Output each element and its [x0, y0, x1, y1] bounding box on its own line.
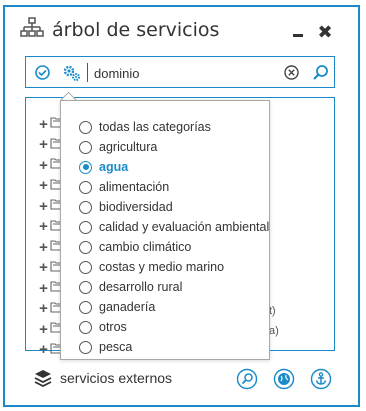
radio-icon[interactable]	[79, 300, 92, 314]
category-option-label: otros	[99, 320, 127, 334]
category-dropdown: todas las categorías agricultura agua alime…	[60, 100, 270, 360]
expand-icon[interactable]: +	[38, 158, 49, 173]
expand-icon[interactable]: +	[38, 260, 49, 275]
radio-icon[interactable]	[79, 140, 92, 154]
category-option[interactable]: agua	[79, 157, 128, 177]
close-icon: ✖	[317, 21, 333, 42]
category-option[interactable]: calidad y evaluación ambiental	[79, 217, 269, 237]
expand-icon[interactable]: +	[38, 281, 49, 296]
category-option[interactable]: otros	[79, 317, 127, 337]
panel-footer: servicios externos	[33, 368, 343, 390]
search-icon[interactable]	[312, 64, 329, 86]
category-option-label: agricultura	[99, 140, 158, 154]
category-option-label: todas las categorías	[99, 120, 211, 134]
radio-icon[interactable]	[79, 260, 92, 274]
category-option-label: cambio climático	[99, 240, 192, 254]
expand-icon[interactable]: +	[38, 240, 49, 255]
close-button[interactable]: ✖	[315, 22, 335, 42]
category-option[interactable]: desarrollo rural	[79, 277, 182, 297]
gears-icon[interactable]	[62, 64, 81, 87]
category-option-label: costas y medio marino	[99, 260, 225, 274]
expand-icon[interactable]: +	[38, 342, 49, 357]
expand-icon[interactable]: +	[38, 219, 49, 234]
category-option-label: calidad y evaluación ambiental	[99, 220, 270, 234]
category-option[interactable]: alimentación	[79, 177, 169, 197]
radio-icon[interactable]	[79, 220, 92, 234]
globe-icon[interactable]	[273, 368, 295, 395]
radio-icon[interactable]	[79, 160, 92, 174]
category-option-label: ganadería	[99, 300, 156, 314]
radio-icon[interactable]	[79, 240, 92, 254]
check-circle-icon[interactable]	[34, 64, 51, 86]
layers-icon	[33, 368, 53, 393]
external-services-link[interactable]: servicios externos	[60, 370, 172, 386]
clear-circle-icon[interactable]	[283, 64, 300, 86]
expand-icon[interactable]: +	[38, 117, 49, 132]
category-option-label: agua	[99, 160, 129, 174]
tree-node-label-fragment: t)	[269, 305, 276, 317]
expand-icon[interactable]: +	[38, 178, 49, 193]
expand-icon[interactable]: +	[38, 137, 49, 152]
search-input[interactable]	[94, 63, 274, 83]
category-option[interactable]: pesca	[79, 337, 132, 357]
expand-icon[interactable]: +	[38, 301, 49, 316]
panel-title: árbol de servicios	[52, 19, 220, 41]
category-option[interactable]: ganadería	[79, 297, 155, 317]
radio-icon[interactable]	[79, 200, 92, 214]
minimize-button[interactable]	[288, 22, 308, 42]
radio-icon[interactable]	[79, 320, 92, 334]
category-option-label: desarrollo rural	[99, 280, 183, 294]
expand-icon[interactable]: +	[38, 199, 49, 214]
category-option-label: biodiversidad	[99, 200, 173, 214]
radio-icon[interactable]	[79, 280, 92, 294]
radio-icon[interactable]	[79, 120, 92, 134]
expand-icon[interactable]: +	[38, 322, 49, 337]
tree-node-label-fragment: a)	[269, 325, 279, 337]
category-option[interactable]: cambio climático	[79, 237, 191, 257]
sitemap-icon	[20, 16, 44, 44]
category-option[interactable]: biodiversidad	[79, 197, 173, 217]
anchor-icon[interactable]	[310, 368, 332, 395]
radio-icon[interactable]	[79, 180, 92, 194]
radio-icon[interactable]	[79, 340, 92, 354]
category-option[interactable]: agricultura	[79, 137, 157, 157]
category-option-label: pesca	[99, 340, 133, 354]
search-separator	[87, 63, 88, 82]
search-bar	[25, 56, 335, 88]
category-option[interactable]: costas y medio marino	[79, 257, 224, 277]
category-option[interactable]: todas las categorías	[79, 117, 211, 137]
category-option-label: alimentación	[99, 180, 170, 194]
search-icon[interactable]	[236, 368, 258, 395]
panel-header: árbol de servicios	[20, 16, 220, 44]
